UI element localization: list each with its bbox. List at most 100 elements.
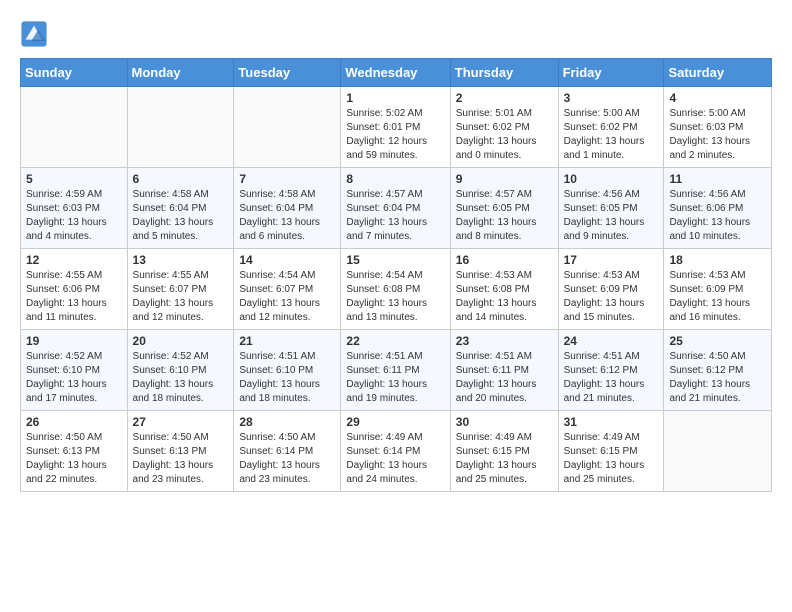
calendar-cell: 23Sunrise: 4:51 AM Sunset: 6:11 PM Dayli… [450,330,558,411]
day-info: Sunrise: 4:51 AM Sunset: 6:10 PM Dayligh… [239,350,335,406]
day-number: 19 [26,334,122,348]
day-info: Sunrise: 4:59 AM Sunset: 6:03 PM Dayligh… [26,188,122,244]
day-number: 20 [133,334,229,348]
day-header-sunday: Sunday [21,59,128,87]
day-number: 10 [564,172,659,186]
calendar-cell: 4Sunrise: 5:00 AM Sunset: 6:03 PM Daylig… [664,87,772,168]
calendar-cell: 2 Sunrise: 5:01 AM Sunset: 6:02 PM Daylig… [450,87,558,168]
calendar-cell: 20 Sunrise: 4:52 AM Sunset: 6:10 PM Dayli… [127,330,234,411]
day-number: 1 [346,91,444,105]
day-info: Sunrise: 4:52 AM Sunset: 6:10 PM Dayligh… [26,350,122,406]
day-info: Sunrise: 5:01 AM Sunset: 6:02 PM Dayligh… [456,107,553,163]
day-info: Sunrise: 4:49 AM Sunset: 6:15 PM Dayligh… [564,431,659,487]
day-info: Sunrise: 5:00 AM Sunset: 6:03 PM Dayligh… [669,107,766,163]
calendar-cell: 8Sunrise: 4:57 AM Sunset: 6:04 PM Daylig… [341,168,450,249]
day-number: 6 [133,172,229,186]
day-number: 23 [456,334,553,348]
day-number: 8 [346,172,444,186]
logo [20,20,52,48]
day-number: 29 [346,415,444,429]
calendar-cell: 31 Sunrise: 4:49 AM Sunset: 6:15 PM Dayli… [558,411,664,492]
day-header-tuesday: Tuesday [234,59,341,87]
day-number: 14 [239,253,335,267]
day-number: 3 [564,91,659,105]
calendar-cell: 9 Sunrise: 4:57 AM Sunset: 6:05 PM Daylig… [450,168,558,249]
calendar-cell: 10 Sunrise: 4:56 AM Sunset: 6:05 PM Dayli… [558,168,664,249]
day-number: 16 [456,253,553,267]
calendar-week-5: 26 Sunrise: 4:50 AM Sunset: 6:13 PM Dayli… [21,411,772,492]
day-number: 9 [456,172,553,186]
day-info: Sunrise: 4:57 AM Sunset: 6:05 PM Dayligh… [456,188,553,244]
day-info: Sunrise: 4:50 AM Sunset: 6:12 PM Dayligh… [669,350,766,406]
day-number: 7 [239,172,335,186]
day-info: Sunrise: 4:55 AM Sunset: 6:07 PM Dayligh… [133,269,229,325]
calendar-cell: 27 Sunrise: 4:50 AM Sunset: 6:13 PM Dayli… [127,411,234,492]
day-info: Sunrise: 4:52 AM Sunset: 6:10 PM Dayligh… [133,350,229,406]
day-info: Sunrise: 4:54 AM Sunset: 6:07 PM Dayligh… [239,269,335,325]
calendar-cell [234,87,341,168]
day-header-friday: Friday [558,59,664,87]
calendar-cell: 6Sunrise: 4:58 AM Sunset: 6:04 PM Daylig… [127,168,234,249]
day-header-saturday: Saturday [664,59,772,87]
calendar-cell: 21 Sunrise: 4:51 AM Sunset: 6:10 PM Dayli… [234,330,341,411]
day-info: Sunrise: 5:00 AM Sunset: 6:02 PM Dayligh… [564,107,659,163]
calendar-week-3: 12Sunrise: 4:55 AM Sunset: 6:06 PM Dayli… [21,249,772,330]
calendar-cell: 1 Sunrise: 5:02 AM Sunset: 6:01 PM Daylig… [341,87,450,168]
calendar-cell: 7 Sunrise: 4:58 AM Sunset: 6:04 PM Daylig… [234,168,341,249]
calendar-cell: 5Sunrise: 4:59 AM Sunset: 6:03 PM Daylig… [21,168,128,249]
day-info: Sunrise: 4:54 AM Sunset: 6:08 PM Dayligh… [346,269,444,325]
day-info: Sunrise: 4:53 AM Sunset: 6:08 PM Dayligh… [456,269,553,325]
calendar-cell: 14 Sunrise: 4:54 AM Sunset: 6:07 PM Dayli… [234,249,341,330]
day-number: 21 [239,334,335,348]
day-info: Sunrise: 4:51 AM Sunset: 6:12 PM Dayligh… [564,350,659,406]
calendar-cell: 15 Sunrise: 4:54 AM Sunset: 6:08 PM Dayli… [341,249,450,330]
day-info: Sunrise: 4:50 AM Sunset: 6:13 PM Dayligh… [26,431,122,487]
calendar-cell: 22 Sunrise: 4:51 AM Sunset: 6:11 PM Dayli… [341,330,450,411]
day-info: Sunrise: 5:02 AM Sunset: 6:01 PM Dayligh… [346,107,444,163]
calendar-cell: 13 Sunrise: 4:55 AM Sunset: 6:07 PM Dayli… [127,249,234,330]
day-number: 13 [133,253,229,267]
day-number: 30 [456,415,553,429]
day-info: Sunrise: 4:53 AM Sunset: 6:09 PM Dayligh… [564,269,659,325]
day-header-wednesday: Wednesday [341,59,450,87]
day-number: 27 [133,415,229,429]
day-info: Sunrise: 4:49 AM Sunset: 6:15 PM Dayligh… [456,431,553,487]
calendar-cell: 19 Sunrise: 4:52 AM Sunset: 6:10 PM Dayli… [21,330,128,411]
calendar-cell: 17 Sunrise: 4:53 AM Sunset: 6:09 PM Dayli… [558,249,664,330]
day-number: 11 [669,172,766,186]
calendar-cell [127,87,234,168]
day-info: Sunrise: 4:56 AM Sunset: 6:05 PM Dayligh… [564,188,659,244]
calendar-cell: 29 Sunrise: 4:49 AM Sunset: 6:14 PM Dayli… [341,411,450,492]
calendar-cell: 25Sunrise: 4:50 AM Sunset: 6:12 PM Dayli… [664,330,772,411]
day-number: 18 [669,253,766,267]
day-header-thursday: Thursday [450,59,558,87]
day-number: 17 [564,253,659,267]
calendar-cell: 26 Sunrise: 4:50 AM Sunset: 6:13 PM Dayli… [21,411,128,492]
calendar-cell: 3 Sunrise: 5:00 AM Sunset: 6:02 PM Daylig… [558,87,664,168]
calendar-table: SundayMondayTuesdayWednesdayThursdayFrid… [20,58,772,492]
day-number: 28 [239,415,335,429]
day-number: 15 [346,253,444,267]
day-info: Sunrise: 4:50 AM Sunset: 6:13 PM Dayligh… [133,431,229,487]
calendar-cell: 18 Sunrise: 4:53 AM Sunset: 6:09 PM Dayli… [664,249,772,330]
day-info: Sunrise: 4:53 AM Sunset: 6:09 PM Dayligh… [669,269,766,325]
calendar-cell [664,411,772,492]
day-number: 31 [564,415,659,429]
calendar-week-4: 19 Sunrise: 4:52 AM Sunset: 6:10 PM Dayli… [21,330,772,411]
day-info: Sunrise: 4:50 AM Sunset: 6:14 PM Dayligh… [239,431,335,487]
day-info: Sunrise: 4:55 AM Sunset: 6:06 PM Dayligh… [26,269,122,325]
day-number: 26 [26,415,122,429]
day-info: Sunrise: 4:51 AM Sunset: 6:11 PM Dayligh… [346,350,444,406]
calendar-week-2: 5Sunrise: 4:59 AM Sunset: 6:03 PM Daylig… [21,168,772,249]
day-info: Sunrise: 4:49 AM Sunset: 6:14 PM Dayligh… [346,431,444,487]
calendar-cell [21,87,128,168]
calendar-cell: 11 Sunrise: 4:56 AM Sunset: 6:06 PM Dayli… [664,168,772,249]
day-info: Sunrise: 4:56 AM Sunset: 6:06 PM Dayligh… [669,188,766,244]
day-number: 22 [346,334,444,348]
logo-icon [20,20,48,48]
day-number: 2 [456,91,553,105]
calendar-week-1: 1 Sunrise: 5:02 AM Sunset: 6:01 PM Daylig… [21,87,772,168]
calendar-cell: 24Sunrise: 4:51 AM Sunset: 6:12 PM Dayli… [558,330,664,411]
calendar-header-row: SundayMondayTuesdayWednesdayThursdayFrid… [21,59,772,87]
day-info: Sunrise: 4:58 AM Sunset: 6:04 PM Dayligh… [239,188,335,244]
